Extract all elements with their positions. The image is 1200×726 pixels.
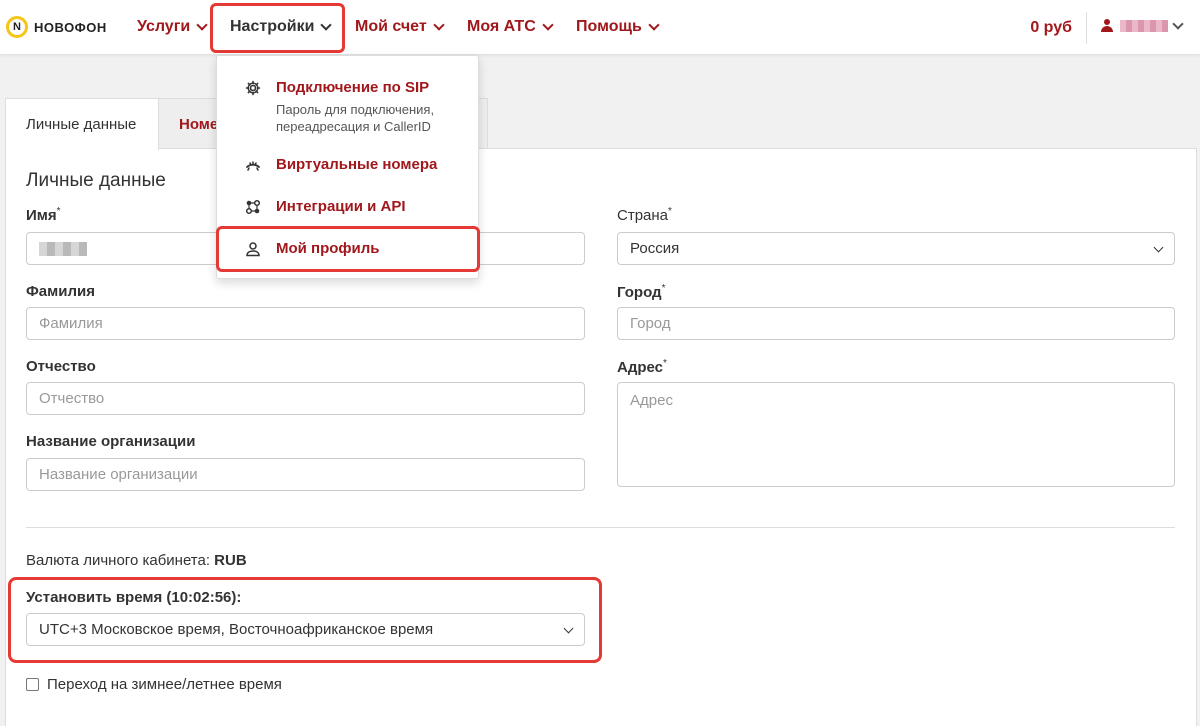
organization-label: Название организации xyxy=(26,433,196,450)
menu-item-sip-title: Подключение по SIP xyxy=(276,79,430,96)
nav-my-account[interactable]: Мой счет xyxy=(355,18,445,36)
address-label: Адрес* xyxy=(617,358,667,376)
city-label-text: Город xyxy=(617,284,662,301)
first-name-label: Имя* xyxy=(26,206,61,224)
currency-label: Валюта личного кабинета: xyxy=(26,552,210,569)
gear-icon xyxy=(244,79,262,97)
menu-item-integrations[interactable]: Интеграции и API xyxy=(244,198,406,216)
nav-services[interactable]: Услуги xyxy=(137,18,208,36)
address-field[interactable]: Адрес xyxy=(617,382,1175,487)
currency-value: RUB xyxy=(214,552,247,569)
menu-item-virtual-numbers-title: Виртуальные номера xyxy=(276,156,438,173)
page-title: Личные данные xyxy=(26,170,166,191)
menu-item-integrations-title: Интеграции и API xyxy=(276,198,406,215)
country-label-text: Страна xyxy=(617,207,669,224)
city-label: Город* xyxy=(617,283,665,301)
country-select[interactable]: Россия xyxy=(617,232,1175,265)
tab-personal-data[interactable]: Личные данные xyxy=(5,98,159,150)
nav-help[interactable]: Помощь xyxy=(576,18,660,36)
city-field[interactable]: Город xyxy=(617,307,1175,340)
logo-text: НОВОФОН xyxy=(34,19,107,35)
user-icon xyxy=(1100,19,1114,33)
first-name-redacted xyxy=(39,242,87,256)
timezone-highlight-frame xyxy=(8,577,602,663)
required-mark: * xyxy=(56,206,61,217)
chevron-down-icon xyxy=(433,18,445,31)
user-name-redacted xyxy=(1120,20,1168,32)
address-label-text: Адрес xyxy=(617,359,664,376)
last-name-label: Фамилия xyxy=(26,283,95,300)
menu-item-virtual-numbers[interactable]: Виртуальные номера xyxy=(244,156,437,174)
required-mark: * xyxy=(668,206,672,217)
middle-name-field[interactable]: Отчество xyxy=(26,382,585,415)
chevron-down-icon xyxy=(1172,17,1184,30)
organization-field[interactable]: Название организации xyxy=(26,458,585,491)
user-menu[interactable] xyxy=(1100,17,1184,33)
dst-option[interactable]: Переход на зимнее/летнее время xyxy=(26,676,282,693)
required-mark: * xyxy=(663,358,667,369)
dst-checkbox[interactable] xyxy=(26,678,39,691)
header-divider xyxy=(1086,12,1087,44)
nav-help-label: Помощь xyxy=(576,18,642,35)
menu-item-sip-subtitle-line1: Пароль для подключения, xyxy=(276,102,435,117)
tab-personal-data-label: Личные данные xyxy=(26,116,137,133)
nav-my-pbx-label: Моя АТС xyxy=(467,18,536,35)
phone-signal-icon xyxy=(244,156,262,174)
chevron-down-icon xyxy=(1153,242,1164,253)
currency-info: Валюта личного кабинета: RUB xyxy=(26,552,247,569)
menu-item-sip-subtitle: Пароль для подключения, переадресация и … xyxy=(276,101,434,135)
balance-link[interactable]: 0 руб xyxy=(1030,19,1072,37)
chevron-down-icon xyxy=(542,18,554,31)
required-mark: * xyxy=(661,283,666,294)
tab-numbers-label: Номе xyxy=(179,116,219,133)
nav-services-label: Услуги xyxy=(137,18,191,35)
top-header: N НОВОФОН Услуги Настройки Мой счет Моя … xyxy=(0,0,1200,55)
country-label: Страна* xyxy=(617,206,672,224)
logo-mark-icon: N xyxy=(6,16,28,38)
chevron-down-icon xyxy=(196,18,208,31)
section-divider xyxy=(26,527,1175,528)
middle-name-label: Отчество xyxy=(26,358,96,375)
last-name-field[interactable]: Фамилия xyxy=(26,307,585,340)
first-name-label-text: Имя xyxy=(26,207,57,224)
nav-my-pbx[interactable]: Моя АТС xyxy=(467,18,554,36)
menu-item-sip[interactable]: Подключение по SIP Пароль для подключени… xyxy=(244,79,434,135)
my-profile-highlight-frame xyxy=(216,226,480,272)
nodes-icon xyxy=(244,198,262,216)
menu-item-sip-subtitle-line2: переадресация и CallerID xyxy=(276,119,431,134)
novofon-logo[interactable]: N НОВОФОН xyxy=(6,16,107,38)
settings-highlight-frame xyxy=(210,3,345,53)
nav-my-account-label: Мой счет xyxy=(355,18,427,35)
country-select-value: Россия xyxy=(630,240,680,257)
chevron-down-icon xyxy=(648,18,660,31)
dst-label: Переход на зимнее/летнее время xyxy=(47,676,282,693)
